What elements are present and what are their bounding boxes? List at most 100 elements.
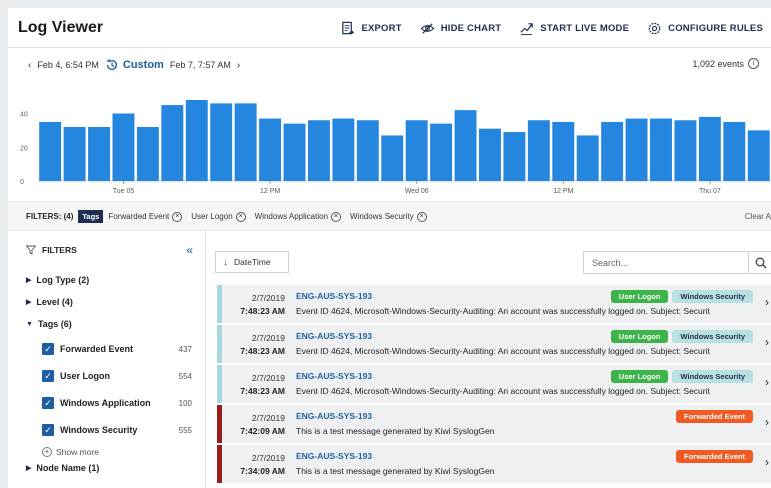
tag-filter-windows-application[interactable]: ✓ Windows Application 100 <box>42 397 192 409</box>
log-row[interactable]: 2/7/2019 7:42:09 AM ENG-AUS-SYS-193 This is… <box>217 405 771 443</box>
chart-bar[interactable] <box>698 116 721 181</box>
chart-bar[interactable] <box>210 103 233 181</box>
level-indicator <box>217 285 222 323</box>
log-row[interactable]: 2/7/2019 7:48:23 AM ENG-AUS-SYS-193 Event I… <box>217 325 771 363</box>
log-tags: User Logon Windows Security <box>610 290 753 303</box>
log-host-link[interactable]: ENG-AUS-SYS-193 <box>296 291 372 301</box>
show-more-label: Show more <box>56 447 99 457</box>
chart-bar[interactable] <box>381 135 404 181</box>
chart-bar[interactable] <box>234 103 257 181</box>
chart-bar[interactable] <box>747 130 770 181</box>
log-host-link[interactable]: ENG-AUS-SYS-193 <box>296 331 372 341</box>
remove-filter-icon[interactable]: × <box>416 211 427 222</box>
start-live-mode-button[interactable]: START LIVE MODE <box>519 21 629 36</box>
log-time: 7:48:23 AM <box>240 386 285 396</box>
search-button[interactable] <box>748 252 771 273</box>
hide-chart-icon <box>420 23 435 34</box>
chart-bar[interactable] <box>405 120 428 181</box>
log-host-link[interactable]: ENG-AUS-SYS-193 <box>296 411 372 421</box>
chart-bar[interactable] <box>112 113 135 182</box>
chart-bar[interactable] <box>356 120 379 181</box>
chart-bar[interactable] <box>283 123 306 181</box>
filter-chip: Windows Security × <box>350 211 427 222</box>
tag-filter-name: User Logon <box>60 371 111 381</box>
chart-bar[interactable] <box>88 127 110 181</box>
prev-range-icon[interactable]: ‹ <box>28 60 31 71</box>
chevron-right-icon[interactable]: › <box>765 335 769 349</box>
checkbox-checked-icon[interactable]: ✓ <box>42 343 54 355</box>
chart-bar[interactable] <box>454 110 477 181</box>
chevron-right-icon[interactable]: › <box>765 375 769 389</box>
log-row[interactable]: 2/7/2019 7:48:23 AM ENG-AUS-SYS-193 Event I… <box>217 285 771 323</box>
filter-chip-label: Windows Application <box>254 212 329 221</box>
log-host-link[interactable]: ENG-AUS-SYS-193 <box>296 371 372 381</box>
tag-filter-count: 437 <box>178 344 192 354</box>
range-end: Feb 7, 7:57 AM <box>169 60 231 70</box>
tag-badge: Windows Security <box>672 370 753 383</box>
chart-bar[interactable] <box>674 120 697 181</box>
caret-right-icon: ▶ <box>26 299 32 306</box>
remove-filter-icon[interactable]: × <box>235 211 246 222</box>
log-date: 2/7/2019 <box>251 373 285 383</box>
tag-filter-windows-security[interactable]: ✓ Windows Security 555 <box>42 424 192 436</box>
tag-filter-user-logon[interactable]: ✓ User Logon 554 <box>42 370 192 382</box>
chart-bar[interactable] <box>307 120 330 181</box>
filter-group-log-type[interactable]: ▶ Log Type (2) <box>26 275 89 285</box>
search-input[interactable] <box>584 252 744 273</box>
chart-bar[interactable] <box>650 118 672 181</box>
checkbox-checked-icon[interactable]: ✓ <box>42 370 54 382</box>
checkbox-checked-icon[interactable]: ✓ <box>42 397 54 409</box>
configure-rules-button[interactable]: CONFIGURE RULES <box>647 21 763 36</box>
chart-bar[interactable] <box>601 121 624 181</box>
filter-group-tags[interactable]: ▼ Tags (6) <box>26 319 72 329</box>
chevron-right-icon[interactable]: › <box>765 295 769 309</box>
collapse-sidebar-icon[interactable]: « <box>186 243 193 257</box>
checkbox-checked-icon[interactable]: ✓ <box>42 424 54 436</box>
log-row[interactable]: 2/7/2019 7:48:23 AM ENG-AUS-SYS-193 Event I… <box>217 365 771 403</box>
chart-bar[interactable] <box>136 127 159 181</box>
tag-badge: Windows Security <box>672 290 753 303</box>
chart-bar[interactable] <box>576 135 599 181</box>
chart-bar[interactable] <box>259 118 282 181</box>
custom-range-button[interactable]: Custom <box>105 58 164 72</box>
filter-group-level[interactable]: ▶ Level (4) <box>26 297 73 307</box>
filters-heading-label: FILTERS <box>42 245 77 255</box>
remove-filter-icon[interactable]: × <box>172 211 183 222</box>
chart-bar[interactable] <box>723 121 746 181</box>
tag-filter-forwarded-event[interactable]: ✓ Forwarded Event 437 <box>42 343 192 355</box>
search-icon <box>755 257 766 268</box>
active-filters: FILTERS: (4) Tags Forwarded Event × User L… <box>26 210 431 223</box>
hide-chart-label: HIDE CHART <box>440 23 502 34</box>
tag-filter-count: 555 <box>178 425 192 435</box>
remove-filter-icon[interactable]: × <box>331 211 342 222</box>
log-host-link[interactable]: ENG-AUS-SYS-193 <box>296 451 372 461</box>
log-row[interactable]: 2/7/2019 7:34:09 AM ENG-AUS-SYS-193 This is… <box>217 445 771 483</box>
log-date: 2/7/2019 <box>251 333 285 343</box>
chart-bar[interactable] <box>161 105 184 181</box>
chart-bar[interactable] <box>527 120 550 181</box>
filter-group-node-name[interactable]: ▶ Node Name (1) <box>26 463 99 473</box>
y-tick-label: 20 <box>20 145 28 152</box>
chevron-right-icon[interactable]: › <box>765 415 769 429</box>
show-more-link[interactable]: + Show more <box>42 447 99 457</box>
hide-chart-button[interactable]: HIDE CHART <box>420 21 502 36</box>
info-icon[interactable]: i <box>748 58 759 69</box>
chart-bar[interactable] <box>552 121 575 181</box>
chart-bar[interactable] <box>479 128 501 181</box>
sort-datetime-button[interactable]: ↓ DateTime <box>215 251 289 273</box>
filter-chip-label: Forwarded Event <box>108 212 170 221</box>
gear-icon <box>648 22 661 35</box>
events-count: 1,092 events i <box>692 58 759 69</box>
chart-bar[interactable] <box>185 100 208 181</box>
chart-bar[interactable] <box>39 121 62 181</box>
chart-bar[interactable] <box>503 132 526 181</box>
chart-bar[interactable] <box>625 118 648 181</box>
export-button[interactable]: EXPORT <box>340 21 402 36</box>
chevron-right-icon[interactable]: › <box>765 455 769 469</box>
next-range-icon[interactable]: › <box>237 60 240 71</box>
histogram-chart[interactable]: 0 20 40 Tue 05 12 PM Wed 06 12 PM Thu 07 <box>8 90 771 202</box>
clear-all-link[interactable]: Clear A <box>745 212 771 221</box>
chart-bar[interactable] <box>63 127 86 181</box>
chart-bar[interactable] <box>430 123 453 181</box>
chart-bar[interactable] <box>332 118 355 181</box>
